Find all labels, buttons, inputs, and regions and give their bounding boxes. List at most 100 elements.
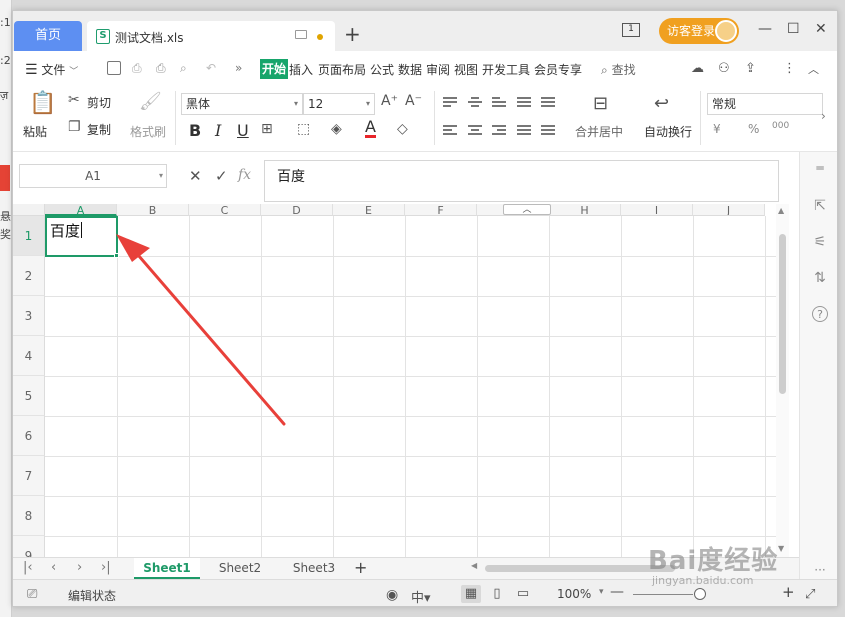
share-icon[interactable]: ⇪ xyxy=(745,61,756,76)
collapse-ribbon-icon[interactable]: ︿ xyxy=(808,61,819,77)
row-header-9[interactable]: 9 xyxy=(13,536,45,557)
tab-member[interactable]: 会员专享 xyxy=(534,61,582,78)
insert-function-icon[interactable]: fx xyxy=(238,167,251,183)
align-center-icon[interactable] xyxy=(468,125,482,137)
prev-sheet-icon[interactable]: ‹ xyxy=(51,560,56,575)
name-box[interactable]: A1 ▾ xyxy=(19,164,167,188)
zoom-out-button[interactable]: — xyxy=(610,584,624,600)
file-menu[interactable]: ☰ 文件 ﹀ xyxy=(25,61,78,78)
maximize-button[interactable]: ☐ xyxy=(787,21,800,37)
sheet-grid[interactable]: ABCDEFGHIJ 123456789 ︿ 百度 xyxy=(13,204,776,557)
font-size-select[interactable]: 12 ▾ xyxy=(303,93,375,115)
active-cell-a1[interactable]: 百度 xyxy=(45,216,119,258)
undo-icon[interactable]: ↶ xyxy=(206,61,216,75)
increase-font-icon[interactable]: A⁺ xyxy=(381,93,398,109)
borders-icon[interactable]: ⊞ xyxy=(261,121,273,137)
column-header-d[interactable]: D xyxy=(261,204,333,216)
row-header-3[interactable]: 3 xyxy=(13,296,45,336)
tab-review[interactable]: 审阅 xyxy=(426,61,450,78)
cancel-edit-icon[interactable]: ✕ xyxy=(189,167,202,185)
tab-page-layout[interactable]: 页面布局 xyxy=(318,61,366,78)
format-painter-button[interactable]: 格式刷 xyxy=(130,123,166,140)
justify-icon[interactable] xyxy=(517,125,531,137)
input-method-icon[interactable]: 中▾ xyxy=(411,587,431,606)
column-header-i[interactable]: I xyxy=(621,204,693,216)
column-header-h[interactable]: H xyxy=(549,204,621,216)
document-tab[interactable]: S 测试文档.xls xyxy=(87,21,335,51)
fill-color-icon[interactable]: ◈ xyxy=(331,121,342,137)
scroll-up-arrow-icon[interactable]: ▲ xyxy=(778,206,784,215)
align-middle-icon[interactable] xyxy=(468,97,482,109)
scroll-up-button[interactable]: ︿ xyxy=(503,204,551,215)
export-icon[interactable]: ⎙ xyxy=(132,61,142,76)
sheet-tab-3[interactable]: Sheet3 xyxy=(281,558,347,579)
next-sheet-icon[interactable]: › xyxy=(77,560,82,575)
ribbon-scroll-right-icon[interactable]: › xyxy=(821,109,826,123)
row-header-1[interactable]: 1 xyxy=(13,216,45,256)
paste-button[interactable]: 粘贴 xyxy=(23,123,47,140)
eye-protection-icon[interactable]: ◉ xyxy=(386,587,398,603)
font-name-select[interactable]: 黑体 ▾ xyxy=(181,93,303,115)
copy-button[interactable]: 复制 xyxy=(87,121,111,138)
align-top-icon[interactable] xyxy=(443,97,457,109)
print-icon[interactable]: ⎙ xyxy=(156,61,166,76)
decrease-indent-icon[interactable] xyxy=(517,97,531,109)
row-header-2[interactable]: 2 xyxy=(13,256,45,296)
minimize-button[interactable]: — xyxy=(758,21,772,37)
pointer-icon[interactable]: ⇱ xyxy=(812,198,828,214)
fill-handle[interactable] xyxy=(114,253,119,258)
scroll-left-arrow-icon[interactable]: ◀ xyxy=(471,561,477,570)
search-button[interactable]: ⌕ 查找 xyxy=(601,61,636,78)
zoom-dropdown-icon[interactable]: ▾ xyxy=(599,587,604,597)
percent-button[interactable]: % xyxy=(748,122,759,136)
select-all-corner[interactable] xyxy=(13,204,45,216)
row-header-5[interactable]: 5 xyxy=(13,376,45,416)
page-layout-view-icon[interactable]: ▯ xyxy=(487,585,507,603)
merge-center-button[interactable]: 合并居中 xyxy=(575,123,623,140)
column-header-e[interactable]: E xyxy=(333,204,405,216)
more-chevron-icon[interactable]: » xyxy=(235,61,242,75)
normal-view-icon[interactable]: ▦ xyxy=(461,585,481,603)
sheet-tab-2[interactable]: Sheet2 xyxy=(207,558,273,579)
page-break-view-icon[interactable]: ▭ xyxy=(513,585,533,603)
settings-sliders-icon[interactable]: ⚟ xyxy=(812,234,828,250)
zoom-level[interactable]: 100% xyxy=(557,587,591,601)
align-bottom-icon[interactable] xyxy=(492,97,506,109)
new-tab-button[interactable]: + xyxy=(344,23,361,45)
monitor-icon[interactable] xyxy=(295,30,307,39)
vertical-scrollbar[interactable]: ▲ ▼ xyxy=(776,204,789,557)
number-format-select[interactable]: 常规 xyxy=(707,93,823,115)
column-header-a[interactable]: A xyxy=(45,204,117,216)
tab-view[interactable]: 视图 xyxy=(454,61,478,78)
horizontal-scroll-thumb[interactable] xyxy=(485,565,675,572)
decrease-font-icon[interactable]: A⁻ xyxy=(405,93,422,109)
close-button[interactable]: ✕ xyxy=(815,21,827,37)
align-left-icon[interactable] xyxy=(443,125,457,137)
row-header-4[interactable]: 4 xyxy=(13,336,45,376)
font-color-button[interactable]: A xyxy=(365,119,376,138)
cut-button[interactable]: 剪切 xyxy=(87,94,111,111)
thousands-button[interactable]: 000 xyxy=(772,121,789,131)
underline-button[interactable]: U xyxy=(237,121,249,140)
share-user-icon[interactable]: ⚇ xyxy=(718,61,730,76)
row-header-7[interactable]: 7 xyxy=(13,456,45,496)
column-header-b[interactable]: B xyxy=(117,204,189,216)
distributed-icon[interactable] xyxy=(541,125,555,137)
column-header-j[interactable]: J xyxy=(693,204,765,216)
save-icon[interactable] xyxy=(107,61,121,75)
sheet-tab-1[interactable]: Sheet1 xyxy=(134,558,200,579)
tab-data[interactable]: 数据 xyxy=(398,61,422,78)
italic-button[interactable]: I xyxy=(215,121,221,140)
row-header-6[interactable]: 6 xyxy=(13,416,45,456)
currency-button[interactable]: ¥ xyxy=(713,122,721,136)
guest-login-button[interactable]: 访客登录 xyxy=(659,18,739,44)
cloud-icon[interactable]: ☁ xyxy=(691,61,704,76)
print-preview-icon[interactable]: ⌕ xyxy=(180,61,187,76)
row-header-8[interactable]: 8 xyxy=(13,496,45,536)
more-options-icon[interactable]: ⋮ xyxy=(783,61,796,76)
tab-formulas[interactable]: 公式 xyxy=(370,61,394,78)
confirm-edit-icon[interactable]: ✓ xyxy=(215,167,228,185)
vertical-scroll-thumb[interactable] xyxy=(779,234,786,394)
formula-input[interactable]: 百度 xyxy=(264,160,779,202)
fill-pattern-icon[interactable]: ⬚ xyxy=(297,121,310,137)
